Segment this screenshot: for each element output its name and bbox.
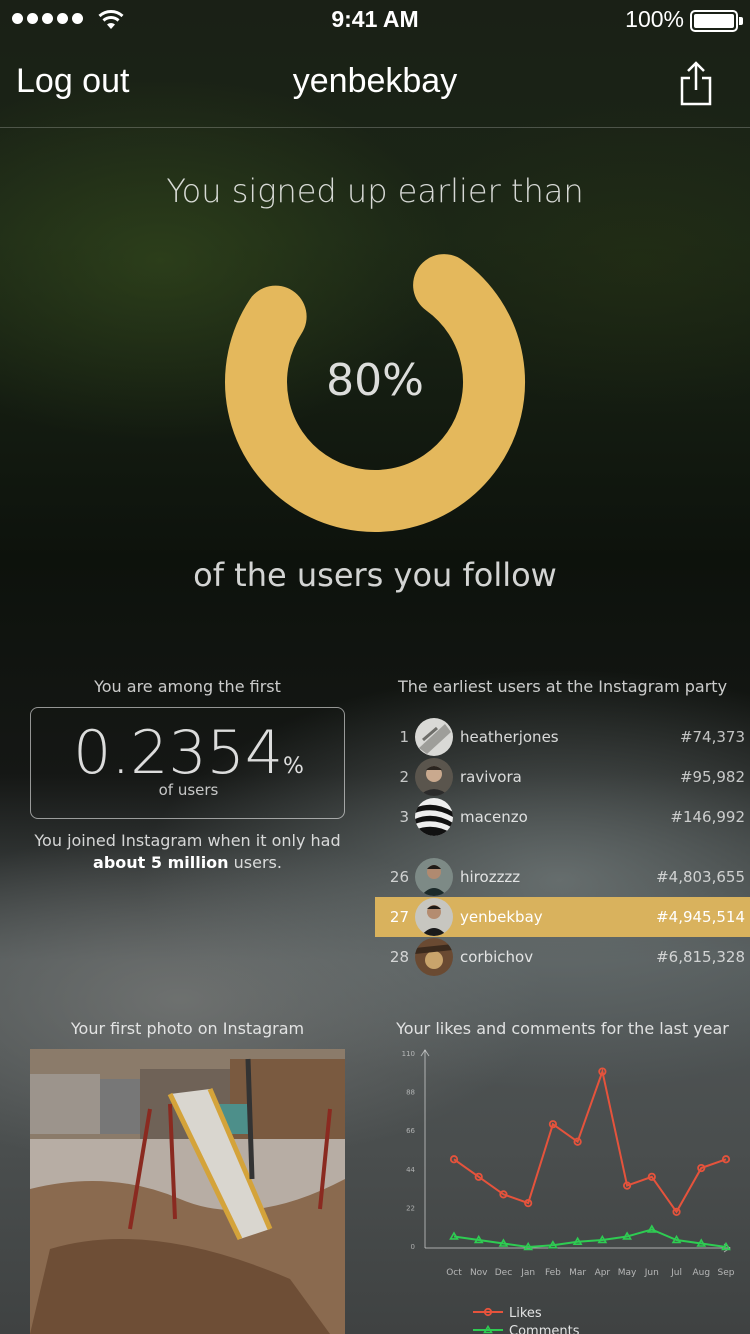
signup-percent: 80% bbox=[326, 355, 424, 406]
battery-percent: 100% bbox=[625, 6, 684, 32]
avatar bbox=[415, 858, 453, 896]
among-number: 0.2354 bbox=[73, 718, 284, 788]
leaderboard-row[interactable]: 3 macenzo #146,992 bbox=[375, 797, 750, 837]
avatar bbox=[415, 758, 453, 796]
y-tick-label: 66 bbox=[406, 1127, 415, 1135]
row-rank: 1 bbox=[399, 728, 409, 746]
series-line-likes bbox=[453, 1067, 727, 1214]
avatar bbox=[415, 938, 453, 976]
row-rank: 26 bbox=[389, 868, 409, 886]
avatar bbox=[415, 718, 453, 756]
row-user-id: #146,992 bbox=[670, 808, 745, 826]
leaderboard-row[interactable]: 2 ravivora #95,982 bbox=[375, 757, 750, 797]
legend-label-likes: Likes bbox=[509, 1306, 542, 1321]
among-unit: of users bbox=[158, 781, 219, 799]
row-user-id: #6,815,328 bbox=[656, 948, 745, 966]
among-percent-sign: % bbox=[283, 754, 304, 779]
x-tick-label: Nov bbox=[470, 1268, 488, 1278]
leaderboard-title: The earliest users at the Instagram part… bbox=[397, 677, 728, 696]
y-tick-label: 88 bbox=[406, 1089, 415, 1097]
first-photo-title: Your first photo on Instagram bbox=[70, 1019, 305, 1038]
x-tick-label: Mar bbox=[569, 1268, 586, 1278]
avatar bbox=[415, 898, 453, 936]
logout-button[interactable]: Log out bbox=[16, 62, 129, 101]
leaderboard-row-current-user[interactable]: 27 yenbekbay #4,945,514 bbox=[375, 897, 750, 937]
series-line-comments bbox=[453, 1228, 727, 1249]
row-username: hirozzzz bbox=[460, 868, 521, 886]
x-tick-label: May bbox=[618, 1268, 637, 1278]
joined-prefix: You joined Instagram when it only had bbox=[34, 831, 341, 850]
x-tick-label: Dec bbox=[495, 1268, 512, 1278]
avatar bbox=[415, 798, 453, 836]
share-icon[interactable] bbox=[676, 60, 716, 108]
among-value: 0.2354% bbox=[31, 718, 346, 788]
row-rank: 27 bbox=[389, 908, 409, 926]
row-rank: 28 bbox=[389, 948, 409, 966]
y-tick-label: 110 bbox=[402, 1050, 415, 1058]
y-tick-label: 0 bbox=[411, 1243, 415, 1251]
battery-icon bbox=[690, 10, 738, 32]
among-box: 0.2354% of users bbox=[30, 707, 345, 819]
first-photo-image[interactable] bbox=[30, 1049, 345, 1334]
x-tick-label: Jul bbox=[670, 1268, 682, 1278]
likes-point bbox=[449, 1155, 459, 1164]
x-tick-label: Sep bbox=[718, 1268, 735, 1278]
row-username: macenzo bbox=[460, 808, 528, 826]
signup-subline: of the users you follow bbox=[193, 556, 557, 594]
x-tick-label: Apr bbox=[595, 1268, 611, 1278]
x-tick-label: Feb bbox=[545, 1268, 561, 1278]
row-user-id: #95,982 bbox=[679, 768, 745, 786]
among-label: You are among the first bbox=[94, 677, 281, 696]
x-tick-label: Jun bbox=[644, 1268, 659, 1278]
legend-label-comments: Comments bbox=[509, 1324, 580, 1334]
leaderboard-row[interactable]: 26 hirozzzz #4,803,655 bbox=[375, 857, 750, 897]
x-tick-label: Oct bbox=[446, 1268, 462, 1278]
comments-point bbox=[449, 1231, 459, 1240]
row-username: yenbekbay bbox=[460, 908, 543, 926]
row-user-id: #4,803,655 bbox=[656, 868, 745, 886]
navigation-bar: Log out yenbekbay bbox=[0, 40, 750, 128]
battery-tip bbox=[739, 17, 743, 25]
row-username: ravivora bbox=[460, 768, 522, 786]
leaderboard-row[interactable]: 28 corbichov #6,815,328 bbox=[375, 937, 750, 977]
status-bar: 9:41 AM 100% bbox=[0, 0, 750, 40]
joined-text: You joined Instagram when it only had ab… bbox=[30, 830, 345, 874]
joined-bold: about 5 million bbox=[93, 853, 229, 872]
row-rank: 2 bbox=[399, 768, 409, 786]
x-tick-label: Aug bbox=[692, 1268, 710, 1278]
row-username: heatherjones bbox=[460, 728, 559, 746]
y-tick-label: 22 bbox=[406, 1204, 415, 1212]
row-user-id: #4,945,514 bbox=[656, 908, 745, 926]
signup-headline: You signed up earlier than bbox=[166, 172, 584, 210]
joined-suffix: users. bbox=[233, 853, 282, 872]
y-tick-label: 44 bbox=[406, 1166, 415, 1174]
x-tick-label: Jan bbox=[520, 1268, 535, 1278]
row-rank: 3 bbox=[399, 808, 409, 826]
activity-line-chart: 0 22 44 66 88 110 Oct Nov Dec Jan Feb Mar Apr May Jun J… bbox=[402, 1049, 735, 1334]
activity-chart-title: Your likes and comments for the last yea… bbox=[396, 1019, 729, 1038]
row-user-id: #74,373 bbox=[679, 728, 745, 746]
row-username: corbichov bbox=[460, 948, 534, 966]
leaderboard-row[interactable]: 1 heatherjones #74,373 bbox=[375, 717, 750, 757]
